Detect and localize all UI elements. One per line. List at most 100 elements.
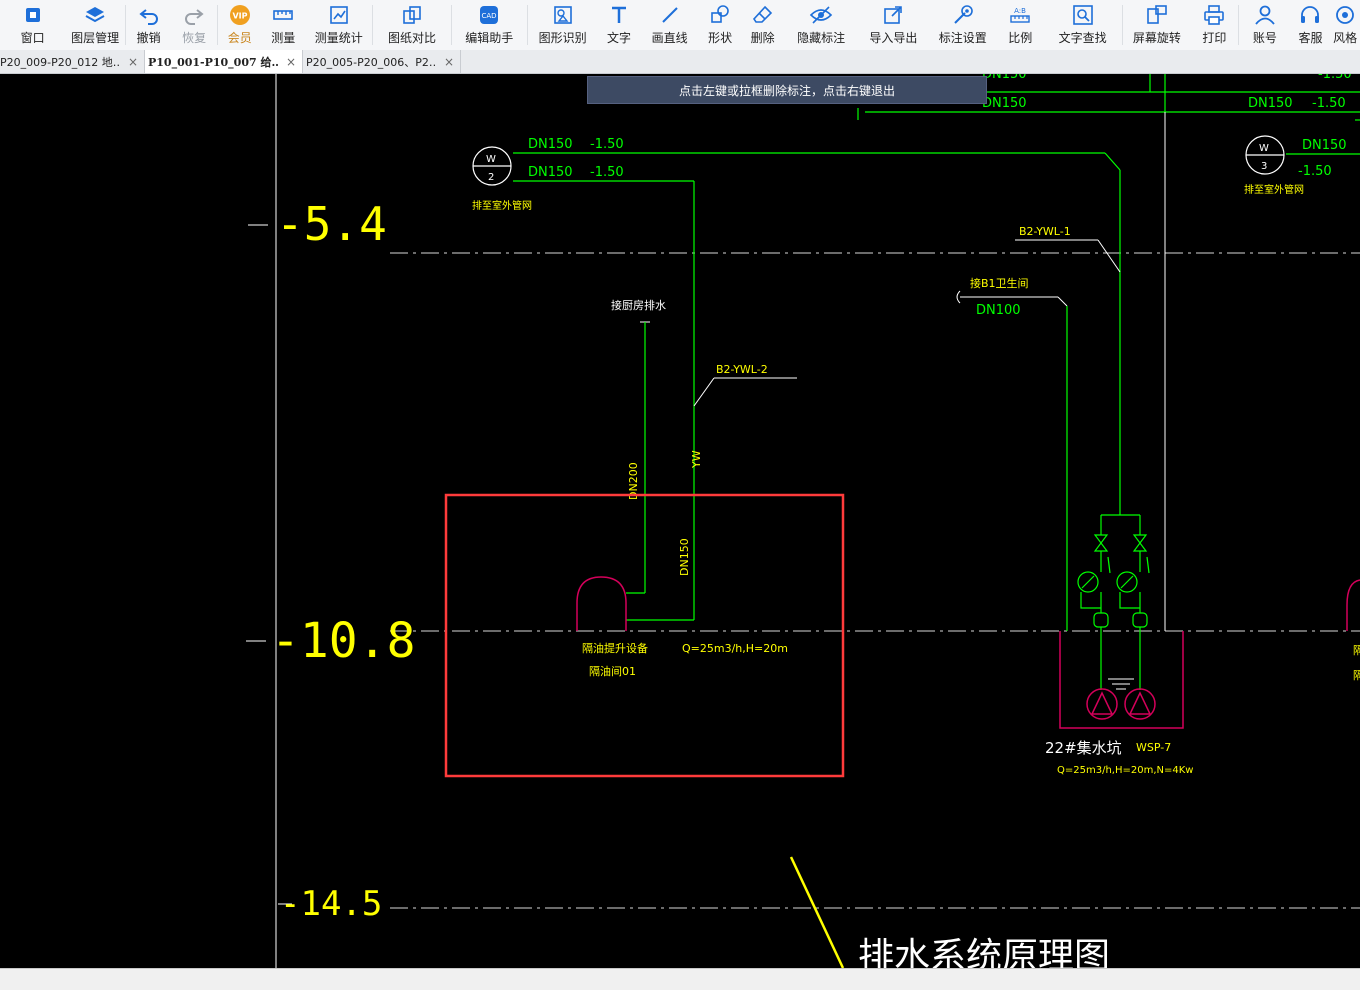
- toolbar-button-text[interactable]: 文字: [597, 0, 641, 50]
- w3-dn-label: DN150: [1302, 138, 1347, 153]
- toolbar-button-window[interactable]: 窗口: [0, 0, 65, 50]
- pipe-lower-value-label: -1.50: [590, 165, 624, 180]
- document-tab[interactable]: P20_009-P20_012 地… ×: [0, 50, 145, 73]
- pipe-upper-dn-label: DN150: [528, 137, 573, 152]
- toolbar-button-text-search[interactable]: 文字查找: [1043, 0, 1122, 50]
- toolbar-button-shape-recognition[interactable]: 图形识别: [528, 0, 597, 50]
- close-icon[interactable]: ×: [128, 55, 138, 69]
- toolbar-button-label: 导入导出: [869, 31, 918, 45]
- toolbar-button-screen-rotate[interactable]: 屏幕旋转: [1123, 0, 1190, 50]
- annotation-settings-icon: [954, 5, 973, 24]
- toolbar-button-redo[interactable]: 恢复: [171, 0, 217, 50]
- ruler-icon: [273, 10, 294, 20]
- user-icon: [1255, 5, 1275, 25]
- right-cut-label-1: 隔: [1353, 644, 1360, 657]
- vip-icon: VIP: [229, 5, 250, 25]
- toolbar-button-label: 图层管理: [71, 31, 120, 45]
- svg-text:A:B: A:B: [1014, 7, 1026, 15]
- device-name-label: 隔油提升设备: [582, 641, 648, 655]
- toolbar-button-compare[interactable]: 图纸对比: [373, 0, 450, 50]
- close-icon[interactable]: ×: [444, 55, 454, 69]
- toolbar-button-label: 会员: [227, 31, 252, 45]
- top-cut-value-label: -1.50: [1318, 74, 1352, 82]
- shape-icon: [711, 5, 729, 23]
- toolbar-button-printer[interactable]: 打印: [1191, 0, 1239, 50]
- text-search-icon: [1072, 5, 1093, 25]
- eye-hide-icon: [809, 6, 833, 24]
- status-bar: [0, 968, 1360, 990]
- w2-circle-number: 2: [488, 172, 494, 183]
- toolbar-button-label: 测量: [271, 31, 296, 45]
- toolbar-button-vip[interactable]: VIP 会员: [218, 0, 262, 50]
- sump-name-label: 22#集水坑: [1045, 739, 1122, 757]
- close-icon[interactable]: ×: [286, 55, 296, 69]
- device-spec-label: Q=25m3/h,H=20m: [682, 642, 788, 655]
- eraser-icon: [752, 5, 772, 23]
- toolbar-button-ruler[interactable]: 测量: [261, 0, 305, 50]
- toolbar-button-eraser[interactable]: 删除: [742, 0, 784, 50]
- hint-text: 点击左键或拉框删除标注，点击右键退出: [678, 83, 895, 98]
- compare-icon: [403, 6, 421, 24]
- import-export-icon: [884, 6, 903, 24]
- toolbar-button-undo[interactable]: 撤销: [126, 0, 172, 50]
- riser-label-ywl1: B2-YWL-1: [1019, 225, 1071, 238]
- top-value-label-right: -1.50: [1312, 96, 1346, 111]
- document-tab[interactable]: P10_001-P10_007 给… ×: [145, 50, 303, 73]
- document-tab[interactable]: P20_005-P20_006、P2… ×: [303, 50, 461, 73]
- top-cut-dn-label: DN150: [982, 74, 1027, 82]
- level-label-minus-10-8: -10.8: [271, 613, 416, 669]
- toolbar-button-edit-assistant[interactable]: CAD 编辑助手: [452, 0, 527, 50]
- text-icon: [612, 6, 627, 23]
- toolbar-button-label: 编辑助手: [465, 31, 514, 45]
- toolbar-button-layers[interactable]: 图层管理: [65, 0, 124, 50]
- toolbar-button-headset[interactable]: 客服: [1291, 0, 1331, 50]
- b1-dn-label: DN100: [976, 303, 1021, 318]
- toolbar-button-style[interactable]: 风格: [1330, 0, 1360, 50]
- right-cut-label-2: 隔: [1353, 669, 1360, 682]
- vertical-label-yw: YW: [690, 450, 703, 469]
- toolbar-button-scale[interactable]: A:B 比例: [997, 0, 1043, 50]
- toolbar-button-label: 图形识别: [538, 31, 587, 45]
- toolbar-button-label: 撤销: [136, 31, 161, 45]
- shape-recognition-icon: [553, 6, 572, 24]
- toolbar-button-label: 账号: [1252, 31, 1277, 45]
- headset-icon: [1301, 6, 1320, 23]
- toolbar-button-measure-stats[interactable]: 测量统计: [305, 0, 372, 50]
- toolbar-button-label: 客服: [1298, 31, 1323, 45]
- pipe-upper-value-label: -1.50: [590, 137, 624, 152]
- redo-icon: [185, 9, 204, 25]
- toolbar-button-label: 屏幕旋转: [1132, 31, 1181, 45]
- toolbar-button-eye-hide[interactable]: 隐藏标注: [783, 0, 858, 50]
- w3-circle-number: 3: [1261, 161, 1267, 172]
- screen-rotate-icon: [1147, 5, 1167, 24]
- undo-icon: [138, 9, 158, 25]
- kitchen-drain-label: 接厨房排水: [611, 298, 666, 312]
- toolbar-button-label: 删除: [750, 31, 775, 45]
- window-icon: [25, 8, 40, 22]
- document-tab-label: P10_001-P10_007 给…: [148, 55, 278, 69]
- top-dn-label-left: DN150: [982, 96, 1027, 111]
- toolbar-button-label: 测量统计: [314, 31, 363, 45]
- toolbar-button-user[interactable]: 账号: [1239, 0, 1291, 50]
- w2-circle-letter: W: [486, 154, 496, 165]
- w3-outlet-caption: 排至室外管网: [1244, 183, 1304, 196]
- toolbar-button-label: 风格: [1333, 31, 1358, 45]
- toolbar-button-label: 标注设置: [938, 31, 987, 45]
- document-tab-bar: P20_009-P20_012 地… × P10_001-P10_007 给… × P2…: [0, 50, 1360, 74]
- layers-icon: [85, 7, 105, 23]
- toolbar-button-label: 比例: [1008, 31, 1033, 45]
- toolbar-button-label: 文字查找: [1058, 31, 1107, 45]
- toolbar-button-shape[interactable]: 形状: [698, 0, 742, 50]
- w3-value-label: -1.50: [1298, 164, 1332, 179]
- w3-circle-letter: W: [1259, 143, 1269, 154]
- toolbar-button-line[interactable]: 画直线: [641, 0, 698, 50]
- delete-annotation-hint: 点击左键或拉框删除标注，点击右键退出: [587, 76, 987, 104]
- main-toolbar: 窗口 图层管理 撤销 恢复 VIP 会员 测量 测量统计 图纸对比 CAD 编辑助手 图形识别 文字 画直…: [0, 0, 1360, 51]
- style-icon: [1336, 6, 1355, 24]
- w2-outlet-caption: 排至室外管网: [472, 199, 532, 212]
- toolbar-button-import-export[interactable]: 导入导出: [859, 0, 928, 50]
- document-tab-label: P20_005-P20_006、P2…: [306, 55, 436, 69]
- toolbar-button-annotation-settings[interactable]: 标注设置: [928, 0, 997, 50]
- toolbar-button-label: 打印: [1202, 31, 1227, 45]
- cad-drawing-canvas[interactable]: -5.4 -10.8 -14.5 DN150 -1.50 DN150 DN150…: [0, 74, 1360, 968]
